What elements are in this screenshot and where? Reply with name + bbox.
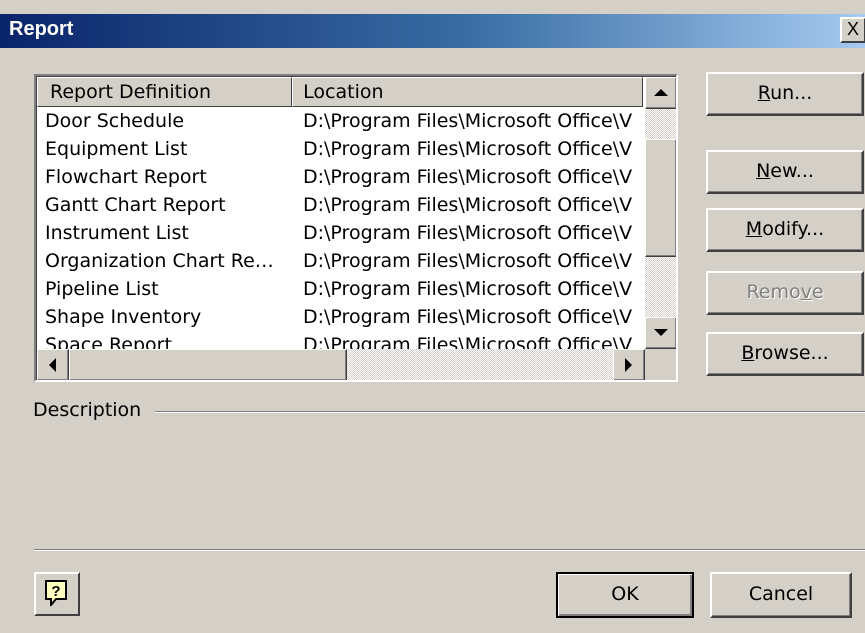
location-cell: D:\Program Files\Microsoft Office\V: [303, 138, 633, 160]
list-row-shape-inventory[interactable]: Shape Inventory D:\Program Files\Microso…: [37, 303, 643, 331]
vertical-scrollbar[interactable]: [645, 77, 676, 349]
horizontal-scroll-thumb[interactable]: [69, 349, 347, 380]
close-button[interactable]: X: [840, 17, 865, 43]
modify-label-post: odify...: [762, 218, 825, 240]
svg-text:?: ?: [51, 583, 60, 600]
column-header-report-definition[interactable]: Report Definition: [37, 77, 293, 107]
description-group-line: [34, 411, 865, 413]
browse-label-post: rowse...: [754, 342, 829, 364]
cancel-button[interactable]: Cancel: [710, 572, 852, 618]
new-button[interactable]: New...: [706, 150, 864, 194]
list-row-pipeline-list[interactable]: Pipeline List D:\Program Files\Microsoft…: [37, 275, 643, 303]
scroll-right-button[interactable]: [613, 349, 645, 380]
scroll-down-button[interactable]: [645, 317, 676, 349]
location-cell: D:\Program Files\Microsoft Office\V: [303, 334, 633, 349]
remove-label-pre: Remo: [746, 281, 801, 303]
location-cell: D:\Program Files\Microsoft Office\V: [303, 110, 633, 132]
scrollbar-corner: [645, 349, 676, 380]
vertical-scroll-thumb[interactable]: [645, 139, 676, 257]
browse-button[interactable]: Browse...: [706, 332, 864, 376]
list-row-door-schedule[interactable]: Door Schedule D:\Program Files\Microsoft…: [37, 107, 643, 135]
report-definition-cell: Organization Chart Re…: [45, 250, 274, 272]
remove-button[interactable]: Remove: [706, 271, 864, 315]
scroll-up-button[interactable]: [645, 77, 676, 109]
help-button[interactable]: ?: [34, 572, 80, 616]
description-label: Description: [33, 399, 156, 421]
title-bar[interactable]: Report X: [0, 14, 865, 48]
location-cell: D:\Program Files\Microsoft Office\V: [303, 222, 633, 244]
run-label-post: un...: [770, 82, 813, 104]
list-header: Report Definition Location: [37, 77, 643, 107]
new-label-post: ew...: [770, 160, 814, 182]
location-cell: D:\Program Files\Microsoft Office\V: [303, 278, 633, 300]
arrow-left-icon: [49, 358, 56, 372]
location-cell: D:\Program Files\Microsoft Office\V: [303, 250, 633, 272]
help-question-icon: ?: [45, 580, 67, 606]
list-row-equipment-list[interactable]: Equipment List D:\Program Files\Microsof…: [37, 135, 643, 163]
location-cell: D:\Program Files\Microsoft Office\V: [303, 306, 633, 328]
remove-label-key: v: [800, 281, 812, 303]
scroll-left-button[interactable]: [37, 349, 69, 380]
location-cell: D:\Program Files\Microsoft Office\V: [303, 166, 633, 188]
report-list[interactable]: Report Definition Location Door Schedule…: [34, 74, 678, 382]
ok-button[interactable]: OK: [556, 572, 694, 618]
list-row-instrument-list[interactable]: Instrument List D:\Program Files\Microso…: [37, 219, 643, 247]
list-rows: Door Schedule D:\Program Files\Microsoft…: [37, 107, 643, 349]
modify-button[interactable]: Modify...: [706, 208, 864, 252]
remove-label-post: e: [811, 281, 824, 303]
report-definition-cell: Gantt Chart Report: [45, 194, 226, 216]
arrow-down-icon: [654, 329, 668, 336]
arrow-right-icon: [625, 358, 632, 372]
modify-label-key: M: [745, 218, 763, 240]
list-row-flowchart-report[interactable]: Flowchart Report D:\Program Files\Micros…: [37, 163, 643, 191]
run-label-key: R: [757, 82, 771, 104]
arrow-up-icon: [654, 89, 668, 96]
new-label-key: N: [756, 160, 771, 182]
run-button[interactable]: Run...: [706, 72, 864, 116]
location-cell: D:\Program Files\Microsoft Office\V: [303, 194, 633, 216]
horizontal-scrollbar[interactable]: [37, 349, 645, 380]
report-definition-cell: Equipment List: [45, 138, 188, 160]
report-definition-cell: Instrument List: [45, 222, 189, 244]
window-title: Report: [9, 18, 74, 40]
report-definition-cell: Shape Inventory: [45, 306, 202, 328]
report-definition-cell: Space Report: [45, 334, 172, 349]
report-dialog: Report X Report Definition Location Door…: [0, 0, 865, 633]
report-definition-cell: Pipeline List: [45, 278, 159, 300]
list-row-space-report[interactable]: Space Report D:\Program Files\Microsoft …: [37, 331, 643, 349]
report-definition-cell: Door Schedule: [45, 110, 185, 132]
bottom-separator: [34, 549, 865, 551]
browse-label-key: B: [741, 342, 755, 364]
column-header-location[interactable]: Location: [292, 77, 643, 107]
report-definition-cell: Flowchart Report: [45, 166, 207, 188]
list-row-organization-chart-report[interactable]: Organization Chart Re… D:\Program Files\…: [37, 247, 643, 275]
list-row-gantt-chart-report[interactable]: Gantt Chart Report D:\Program Files\Micr…: [37, 191, 643, 219]
